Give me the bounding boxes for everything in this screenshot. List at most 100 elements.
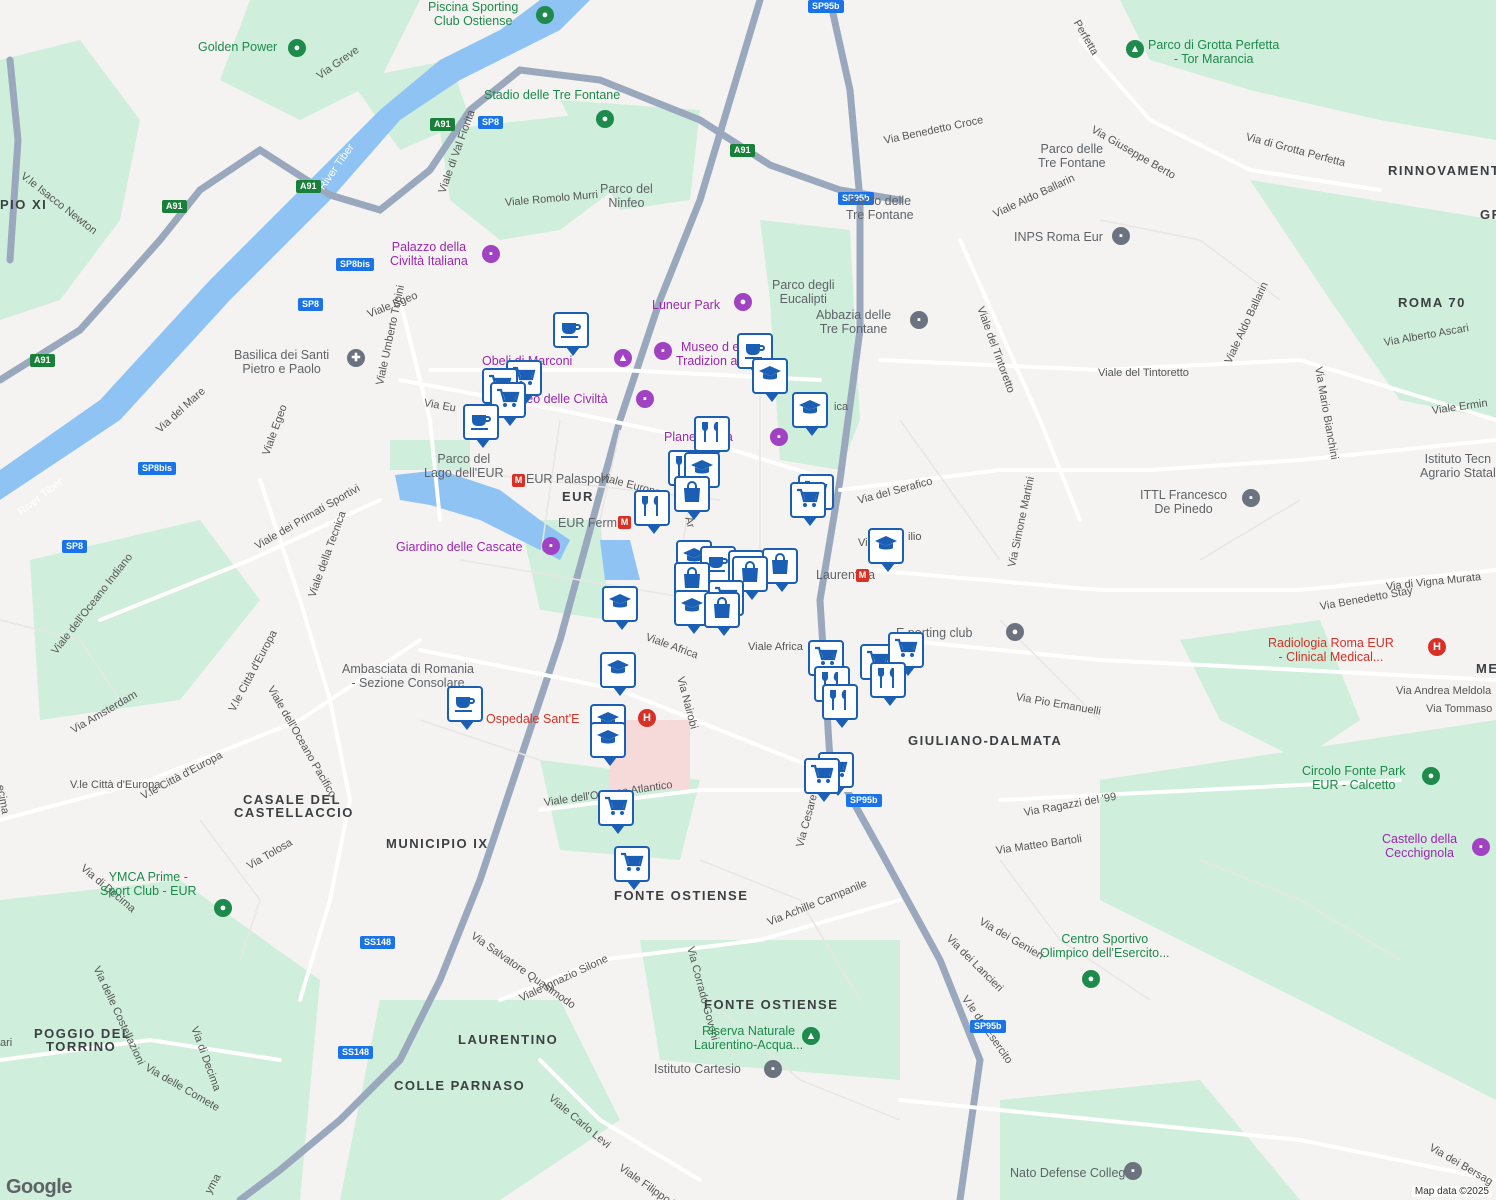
poi-label[interactable]: Ospedale Sant'E [486, 712, 579, 726]
poi-marker-icon[interactable]: ▪ [482, 245, 500, 263]
road-shield[interactable]: SP95b [808, 0, 844, 13]
poi-label[interactable]: Stadio delle Tre Fontane [484, 88, 620, 102]
poi-marker-icon[interactable]: ● [536, 6, 554, 24]
road-shield[interactable]: SP8 [478, 116, 504, 129]
area-label[interactable]: FONTE OSTIENSE [614, 889, 748, 903]
poi-label[interactable]: Parco del Lago dell'EUR [424, 452, 504, 480]
poi-label[interactable]: Parco delle Tre Fontane [1038, 142, 1106, 170]
poi-label[interactable]: Parco delle Tre Fontane [846, 194, 914, 222]
poi-label[interactable]: Parco del Ninfeo [600, 182, 653, 210]
metro-station-icon[interactable]: M [856, 569, 869, 582]
poi-label[interactable]: Castello della Cecchignola [1382, 832, 1457, 860]
area-label[interactable]: COLLE PARNASO [394, 1079, 525, 1093]
education-pin[interactable] [590, 722, 626, 766]
poi-marker-icon[interactable]: ▪ [1472, 838, 1490, 856]
road-shield[interactable]: A91 [162, 200, 187, 213]
poi-marker-icon[interactable]: ▪ [910, 311, 928, 329]
poi-marker-icon[interactable]: ▪ [1112, 227, 1130, 245]
poi-marker-icon[interactable]: ✚ [347, 349, 365, 367]
education-pin[interactable] [792, 392, 828, 436]
road-shield[interactable]: SP95b [846, 794, 882, 807]
poi-marker-icon[interactable]: ▪ [764, 1060, 782, 1078]
poi-label[interactable]: Radiologia Roma EUR - Clinical Medical... [1268, 636, 1394, 664]
poi-marker-icon[interactable]: ▲ [802, 1027, 820, 1045]
road-label[interactable]: Viale Africa [748, 640, 803, 654]
road-label[interactable]: Via Tommaso [1426, 702, 1492, 716]
poi-marker-icon[interactable]: ● [1006, 623, 1024, 641]
road-shield[interactable]: A91 [30, 354, 55, 367]
poi-label[interactable]: Riserva Naturale Laurentino-Acqua... [694, 1024, 803, 1052]
poi-marker-icon[interactable]: ● [734, 293, 752, 311]
grocery-pin[interactable] [804, 758, 840, 802]
area-label[interactable]: CASTELLACCIO [234, 806, 354, 820]
area-label[interactable]: MUNICIPIO IX [386, 837, 489, 851]
restaurant-pin[interactable] [634, 490, 670, 534]
area-label[interactable]: PIO XI [0, 198, 47, 212]
poi-marker-icon[interactable]: ● [1082, 970, 1100, 988]
metro-station-icon[interactable]: M [618, 516, 631, 529]
poi-marker-icon[interactable]: ▪ [542, 537, 560, 555]
grocery-pin[interactable] [598, 790, 634, 834]
poi-label[interactable]: INPS Roma Eur [1014, 230, 1103, 244]
poi-marker-icon[interactable]: ▲ [1126, 40, 1144, 58]
education-pin[interactable] [602, 586, 638, 630]
coffee-pin[interactable] [447, 686, 483, 730]
education-pin[interactable] [868, 528, 904, 572]
poi-label[interactable]: Golden Power [198, 40, 277, 54]
area-label[interactable]: TORRINO [46, 1040, 116, 1054]
poi-label[interactable]: ITTL Francesco De Pinedo [1140, 488, 1227, 516]
road-shield[interactable]: SP8bis [336, 258, 375, 271]
poi-label[interactable]: Parco degli Eucalipti [772, 278, 835, 306]
poi-marker-icon[interactable]: ● [288, 39, 306, 57]
poi-marker-icon[interactable]: ▪ [770, 428, 788, 446]
road-label[interactable]: ica [834, 400, 848, 414]
road-shield[interactable]: A91 [430, 118, 455, 131]
grocery-pin[interactable] [614, 846, 650, 890]
poi-label[interactable]: Giardino delle Cascate [396, 540, 522, 554]
map-canvas[interactable]: PIO XI EUR MUNICIPIO IX CASALE DEL CASTELLAC… [0, 0, 1496, 1200]
poi-label[interactable]: Istituto Cartesio [654, 1062, 741, 1076]
poi-marker-icon[interactable]: ● [214, 899, 232, 917]
area-label[interactable]: GR [1480, 208, 1496, 222]
poi-label[interactable]: Basilica dei Santi Pietro e Paolo [234, 348, 329, 376]
road-label[interactable]: V.le Città d'Europa [70, 778, 160, 792]
education-pin[interactable] [600, 652, 636, 696]
road-label[interactable]: ari [0, 1036, 12, 1050]
area-label[interactable]: RINNOVAMENTO [1388, 164, 1496, 178]
road-label[interactable]: Viale del Tintoretto [1098, 366, 1189, 380]
poi-label[interactable]: EUR Palasport [526, 472, 609, 486]
road-label[interactable]: Via Andrea Meldola [1396, 684, 1491, 698]
restaurant-pin[interactable] [870, 662, 906, 706]
shopping-pin[interactable] [674, 476, 710, 520]
poi-label[interactable]: Abbazia delle Tre Fontane [816, 308, 891, 336]
google-logo[interactable]: Google [6, 1176, 72, 1199]
poi-marker-icon[interactable]: ● [596, 110, 614, 128]
metro-station-icon[interactable]: M [512, 474, 525, 487]
road-shield[interactable]: SP8bis [138, 462, 177, 475]
poi-marker-icon[interactable]: ▲ [614, 349, 632, 367]
poi-label[interactable]: Palazzo della Civiltà Italiana [390, 240, 468, 268]
poi-label[interactable]: Museo d e Tradizion ari [676, 340, 744, 368]
shopping-pin[interactable] [704, 592, 740, 636]
road-shield[interactable]: SS148 [360, 936, 396, 949]
poi-label[interactable]: YMCA Prime - Sport Club - EUR [100, 870, 197, 898]
coffee-pin[interactable] [463, 404, 499, 448]
area-label[interactable]: ROMA 70 [1398, 296, 1466, 310]
poi-label[interactable]: Luneur Park [652, 298, 720, 312]
road-shield[interactable]: SS148 [338, 1046, 374, 1059]
area-label[interactable]: FONTE OSTIENSE [704, 998, 838, 1012]
poi-label[interactable]: Parco di Grotta Perfetta - Tor Marancia [1148, 38, 1279, 66]
poi-label[interactable]: Circolo Fonte Park EUR - Calcetto [1302, 764, 1406, 792]
map-data-credit[interactable]: Map data ©2025 [1411, 1186, 1492, 1197]
poi-marker-icon[interactable]: H [1428, 638, 1446, 656]
road-shield[interactable]: SP8 [298, 298, 324, 311]
poi-marker-icon[interactable]: H [638, 709, 656, 727]
road-shield[interactable]: A91 [730, 144, 755, 157]
poi-marker-icon[interactable]: ▪ [1124, 1162, 1142, 1180]
road-label[interactable]: ilio [908, 530, 921, 544]
area-label[interactable]: EUR [562, 490, 594, 504]
restaurant-pin[interactable] [822, 684, 858, 728]
education-pin[interactable] [752, 358, 788, 402]
poi-label[interactable]: Piscina Sporting Club Ostiense [428, 0, 518, 28]
area-label[interactable]: ME [1476, 662, 1496, 676]
